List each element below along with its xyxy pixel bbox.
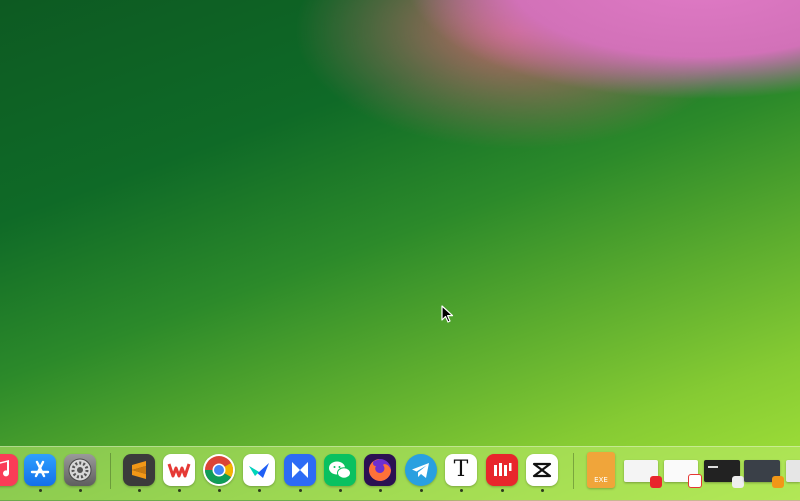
running-indicator bbox=[178, 489, 181, 492]
sublime-text-icon[interactable] bbox=[123, 454, 155, 486]
wechat-icon[interactable] bbox=[324, 454, 356, 486]
window-app-badge bbox=[650, 476, 662, 488]
telegram-icon[interactable] bbox=[405, 454, 437, 486]
running-indicator bbox=[541, 489, 544, 492]
system-settings-icon[interactable] bbox=[64, 454, 96, 486]
exe-file-label: EXE bbox=[594, 476, 608, 484]
xcode-like-icon[interactable] bbox=[284, 454, 316, 486]
wps-office-icon[interactable] bbox=[163, 454, 195, 486]
capcut-icon[interactable] bbox=[526, 454, 558, 486]
running-indicator bbox=[258, 489, 261, 492]
firefox-icon[interactable] bbox=[364, 454, 396, 486]
window-thumbnail-2[interactable] bbox=[664, 460, 702, 488]
window-thumbnail-4[interactable] bbox=[744, 460, 784, 488]
running-indicator bbox=[218, 489, 221, 492]
running-indicator bbox=[138, 489, 141, 492]
lark-icon[interactable] bbox=[243, 454, 275, 486]
dock-separator bbox=[573, 453, 574, 489]
running-indicator bbox=[39, 489, 42, 492]
dock: T EXE bbox=[0, 446, 800, 501]
running-indicator bbox=[339, 489, 342, 492]
running-indicator bbox=[299, 489, 302, 492]
chrome-icon[interactable] bbox=[203, 454, 235, 486]
window-thumbnail-5[interactable] bbox=[786, 460, 800, 482]
running-indicator bbox=[420, 489, 423, 492]
window-app-badge bbox=[772, 476, 784, 488]
exe-file-icon[interactable]: EXE bbox=[587, 452, 615, 488]
dock-separator bbox=[110, 453, 111, 489]
window-app-badge bbox=[732, 476, 744, 488]
typora-glyph: T bbox=[453, 457, 469, 482]
running-indicator bbox=[501, 489, 504, 492]
music-app-icon[interactable] bbox=[0, 454, 18, 486]
window-thumbnail-3[interactable] bbox=[704, 460, 744, 488]
window-app-badge bbox=[688, 474, 702, 488]
iqiyi-icon[interactable] bbox=[486, 454, 518, 486]
app-store-icon[interactable] bbox=[24, 454, 56, 486]
running-indicator bbox=[460, 489, 463, 492]
running-indicator bbox=[379, 489, 382, 492]
mouse-cursor-icon bbox=[441, 305, 454, 323]
typora-icon[interactable]: T bbox=[445, 454, 477, 486]
window-thumbnail-1[interactable] bbox=[624, 460, 662, 488]
running-indicator bbox=[79, 489, 82, 492]
desktop-wallpaper bbox=[0, 0, 800, 500]
